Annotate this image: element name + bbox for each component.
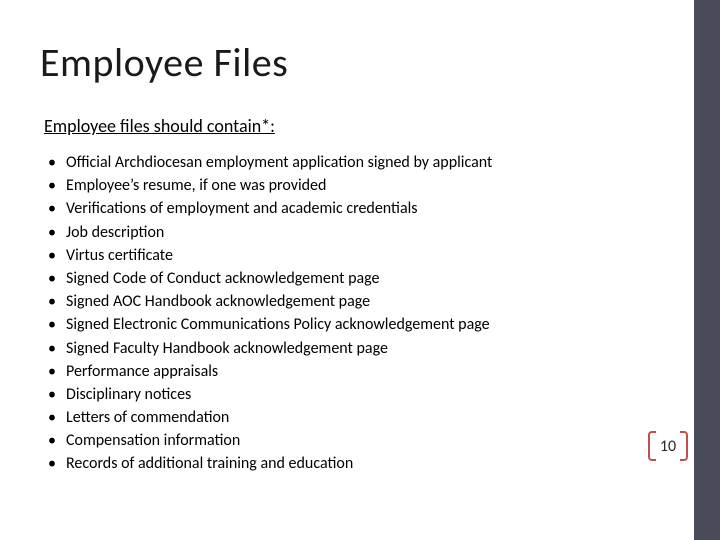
list-item: Disciplinary notices <box>44 383 680 406</box>
bracket-left-icon <box>648 431 656 461</box>
list-item: Job description <box>44 221 680 244</box>
list-item: Signed Electronic Communications Policy … <box>44 313 680 336</box>
list-item: Virtus certificate <box>44 244 680 267</box>
section-subtitle: Employee files should contain*: <box>44 115 680 137</box>
list-item: Verifications of employment and academic… <box>44 197 680 220</box>
list-item: Signed AOC Handbook acknowledgement page <box>44 290 680 313</box>
list-item: Employee’s resume, if one was provided <box>44 174 680 197</box>
page-number-badge: 10 <box>648 430 688 462</box>
bracket-right-icon <box>680 431 688 461</box>
page-title: Employee Files <box>40 38 680 87</box>
bullet-list: Official Archdiocesan employment applica… <box>44 151 680 476</box>
sidebar-decoration <box>694 0 720 540</box>
list-item: Compensation information <box>44 429 680 452</box>
list-item: Letters of commendation <box>44 406 680 429</box>
list-item: Performance appraisals <box>44 360 680 383</box>
list-item: Signed Faculty Handbook acknowledgement … <box>44 337 680 360</box>
list-item: Records of additional training and educa… <box>44 452 680 475</box>
page-number: 10 <box>656 437 680 456</box>
list-item: Signed Code of Conduct acknowledgement p… <box>44 267 680 290</box>
slide: Employee Files Employee files should con… <box>0 0 720 540</box>
list-item: Official Archdiocesan employment applica… <box>44 151 680 174</box>
